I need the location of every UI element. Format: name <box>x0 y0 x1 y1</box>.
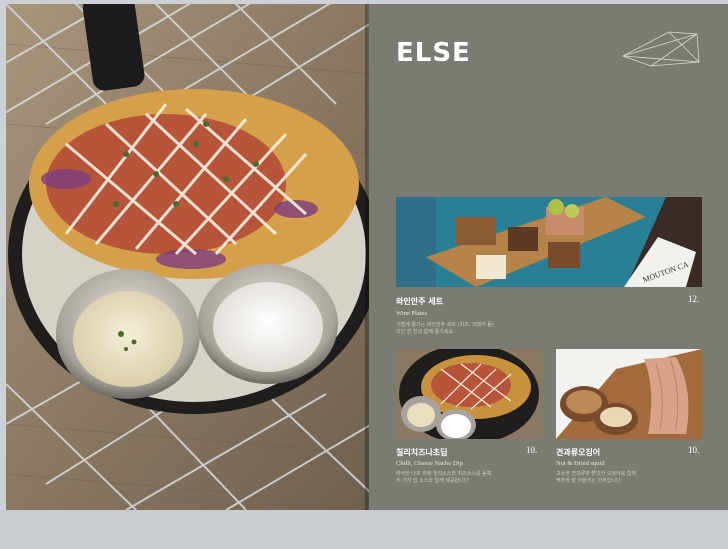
item-english-name: Wine Plates <box>396 310 427 317</box>
item-price: 10. <box>688 445 700 455</box>
item-price: 10. <box>526 445 538 455</box>
item-price: 12. <box>688 294 700 304</box>
item-description: 고소한 견과류와 쫄깃한 오징어를 함께 맥주와 잘 어울리는 안주입니다 <box>556 471 636 484</box>
nacho-dip-photo <box>396 349 542 439</box>
item-name: 칠리치즈나초딥 <box>396 448 448 457</box>
nut-squid-photo <box>556 349 702 439</box>
item-english-name: Nut & Dried squid <box>556 460 605 467</box>
item-name: 와인안주 세트 <box>396 297 443 306</box>
wine-plates-photo: MOUTON CA <box>396 197 702 287</box>
nacho-photo <box>6 4 372 510</box>
page-bottom-edge <box>0 510 728 549</box>
nacho-photo-page <box>6 4 372 510</box>
section-title: ELSE <box>396 38 471 68</box>
item-name: 견과류오징어 <box>556 448 601 457</box>
polygon-line-icon <box>622 31 700 67</box>
menu-page: ELSE MOUTON CA 와인안주 세트 12. Wine Plates 가… <box>369 4 728 510</box>
item-description: 가볍게 즐기는 와인안주 세트 (치즈, 크래커 등) 와인 한 잔과 함께 즐… <box>396 322 494 335</box>
item-description: 바삭한 나초 위에 칠리소스와 치즈소스를 듬뿍 두 가지 딥 소스와 함께 제… <box>396 471 492 484</box>
item-english-name: Chilli, Cheese Nacho Dip <box>396 460 463 467</box>
